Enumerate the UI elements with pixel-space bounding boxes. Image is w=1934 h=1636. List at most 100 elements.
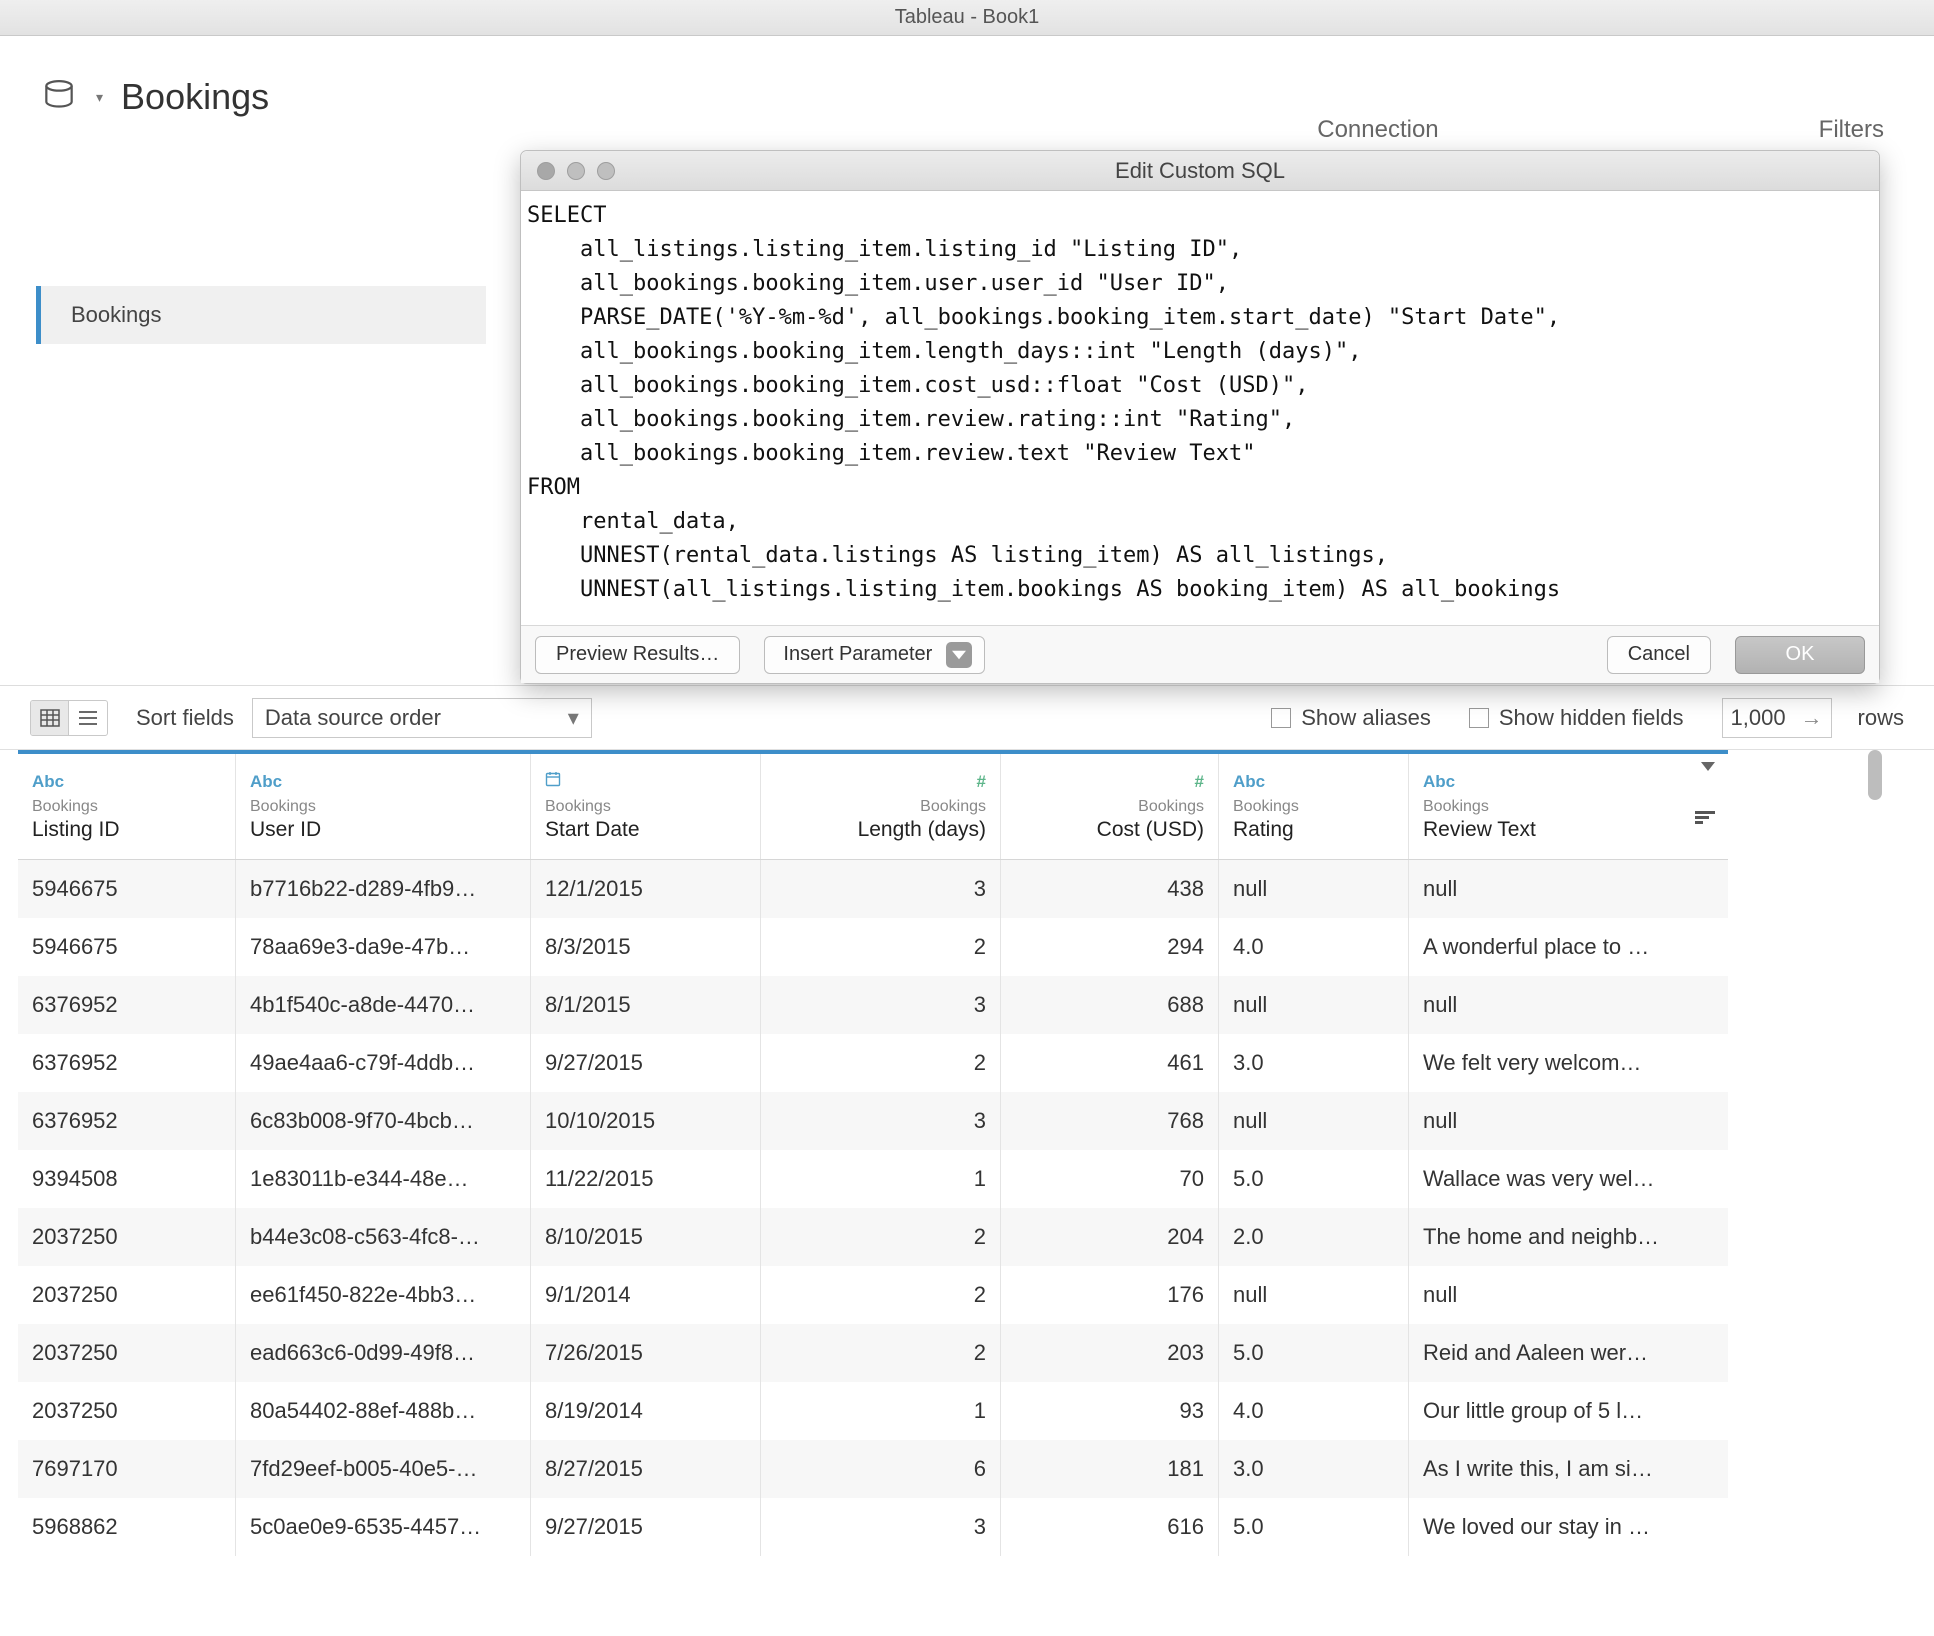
chevron-down-icon: [946, 642, 972, 668]
grid-header-row: AbcBookingsListing IDAbcBookingsUser IDB…: [18, 754, 1728, 860]
show-hidden-checkbox[interactable]: Show hidden fields: [1469, 705, 1684, 731]
preview-results-label: Preview Results…: [556, 643, 719, 666]
arrow-right-icon: →: [1801, 705, 1823, 731]
table-cell: We felt very welcom…: [1409, 1034, 1721, 1092]
table-cell: 80a54402-88ef-488b…: [236, 1382, 531, 1440]
table-row[interactable]: 5946675b7716b22-d289-4fb9…12/1/20153438n…: [18, 860, 1728, 918]
table-row[interactable]: 637695249ae4aa6-c79f-4ddb…9/27/201524613…: [18, 1034, 1728, 1092]
table-cell: 8/27/2015: [531, 1440, 761, 1498]
sort-fields-label: Sort fields: [136, 705, 234, 731]
column-name: Listing ID: [32, 818, 221, 842]
column-source: Bookings: [1015, 798, 1204, 816]
table-cell: Wallace was very wel…: [1409, 1150, 1721, 1208]
table-row[interactable]: 2037250ead663c6-0d99-49f8…7/26/201522035…: [18, 1324, 1728, 1382]
table-cell: b7716b22-d289-4fb9…: [236, 860, 531, 918]
connection-label: Connection: [1317, 116, 1438, 144]
filters-label[interactable]: Filters: [1819, 116, 1884, 144]
table-cell: null: [1219, 1092, 1409, 1150]
column-header[interactable]: AbcBookingsUser ID: [236, 754, 531, 859]
traffic-lights[interactable]: [521, 162, 615, 180]
table-cell: 10/10/2015: [531, 1092, 761, 1150]
table-cell: 6376952: [18, 976, 236, 1034]
datasource-icon[interactable]: [40, 78, 78, 116]
zoom-icon[interactable]: [597, 162, 615, 180]
connection-item-label: Bookings: [71, 302, 162, 328]
table-cell: 2: [761, 1034, 1001, 1092]
table-cell: ead663c6-0d99-49f8…: [236, 1324, 531, 1382]
show-aliases-checkbox[interactable]: Show aliases: [1271, 705, 1431, 731]
insert-parameter-select[interactable]: Insert Parameter: [764, 636, 985, 674]
table-cell: 2037250: [18, 1266, 236, 1324]
table-cell: 5.0: [1219, 1324, 1409, 1382]
table-row[interactable]: 63769524b1f540c-a8de-4470…8/1/20153688nu…: [18, 976, 1728, 1034]
table-cell: 70: [1001, 1150, 1219, 1208]
insert-parameter-label: Insert Parameter: [783, 643, 932, 666]
ok-button[interactable]: OK: [1735, 636, 1865, 674]
table-cell: 2037250: [18, 1382, 236, 1440]
chevron-down-icon: ▾: [568, 705, 579, 731]
table-cell: 2.0: [1219, 1208, 1409, 1266]
table-cell: 3.0: [1219, 1034, 1409, 1092]
rows-input[interactable]: 1,000 →: [1722, 698, 1832, 738]
connection-item-bookings[interactable]: Bookings: [36, 286, 486, 344]
table-cell: b44e3c08-c563-4fc8-…: [236, 1208, 531, 1266]
table-row[interactable]: 59688625c0ae0e9-6535-4457…9/27/201536165…: [18, 1498, 1728, 1556]
dialog-titlebar[interactable]: Edit Custom SQL: [521, 151, 1879, 191]
column-menu-icon[interactable]: [1701, 762, 1715, 771]
table-cell: 4.0: [1219, 1382, 1409, 1440]
column-header[interactable]: AbcBookingsRating: [1219, 754, 1409, 859]
table-cell: 5968862: [18, 1498, 236, 1556]
dropdown-caret-icon[interactable]: ▾: [96, 89, 103, 106]
table-cell: 7fd29eef-b005-40e5-…: [236, 1440, 531, 1498]
column-source: Bookings: [545, 798, 746, 816]
scrollbar[interactable]: [1868, 750, 1882, 1510]
sort-icon[interactable]: [1695, 811, 1715, 825]
minimize-icon[interactable]: [567, 162, 585, 180]
close-icon[interactable]: [537, 162, 555, 180]
table-row[interactable]: 93945081e83011b-e344-48e…11/22/20151705.…: [18, 1150, 1728, 1208]
table-cell: 6376952: [18, 1034, 236, 1092]
column-header[interactable]: BookingsStart Date: [531, 754, 761, 859]
table-cell: null: [1219, 860, 1409, 918]
checkbox-icon: [1469, 708, 1489, 728]
table-cell: 294: [1001, 918, 1219, 976]
sort-fields-select[interactable]: Data source order ▾: [252, 698, 592, 738]
grid-view-icon[interactable]: [31, 701, 69, 735]
list-view-icon[interactable]: [69, 701, 107, 735]
column-name: Review Text: [1423, 818, 1707, 842]
table-row[interactable]: 63769526c83b008-9f70-4bcb…10/10/20153768…: [18, 1092, 1728, 1150]
table-cell: 3: [761, 860, 1001, 918]
column-source: Bookings: [1423, 798, 1707, 816]
table-cell: 7697170: [18, 1440, 236, 1498]
datasource-title[interactable]: Bookings: [121, 76, 269, 118]
datatype-icon: Abc: [1423, 772, 1707, 792]
table-cell: Our little group of 5 l…: [1409, 1382, 1721, 1440]
table-cell: 1: [761, 1150, 1001, 1208]
table-cell: 3.0: [1219, 1440, 1409, 1498]
datatype-icon: Abc: [32, 772, 221, 792]
table-row[interactable]: 2037250b44e3c08-c563-4fc8-…8/10/20152204…: [18, 1208, 1728, 1266]
table-cell: 2: [761, 1266, 1001, 1324]
scrollbar-thumb[interactable]: [1868, 750, 1882, 800]
table-cell: The home and neighb…: [1409, 1208, 1721, 1266]
view-mode-toggle[interactable]: [30, 700, 108, 736]
table-cell: 78aa69e3-da9e-47b…: [236, 918, 531, 976]
table-cell: 2: [761, 1208, 1001, 1266]
table-cell: 688: [1001, 976, 1219, 1034]
table-row[interactable]: 594667578aa69e3-da9e-47b…8/3/201522944.0…: [18, 918, 1728, 976]
table-cell: null: [1409, 1092, 1721, 1150]
column-header[interactable]: #BookingsLength (days): [761, 754, 1001, 859]
sql-textarea[interactable]: SELECT all_listings.listing_item.listing…: [521, 191, 1879, 625]
table-cell: 2: [761, 1324, 1001, 1382]
column-header[interactable]: Abc Bookings Review Text: [1409, 754, 1721, 859]
table-row[interactable]: 76971707fd29eef-b005-40e5-…8/27/20156181…: [18, 1440, 1728, 1498]
cancel-button[interactable]: Cancel: [1607, 636, 1711, 674]
table-row[interactable]: 203725080a54402-88ef-488b…8/19/20141934.…: [18, 1382, 1728, 1440]
column-header[interactable]: AbcBookingsListing ID: [18, 754, 236, 859]
table-cell: 3: [761, 976, 1001, 1034]
table-row[interactable]: 2037250ee61f450-822e-4bb3…9/1/20142176nu…: [18, 1266, 1728, 1324]
datatype-icon: Abc: [1233, 772, 1394, 792]
table-cell: 93: [1001, 1382, 1219, 1440]
column-header[interactable]: #BookingsCost (USD): [1001, 754, 1219, 859]
preview-results-button[interactable]: Preview Results…: [535, 636, 740, 674]
